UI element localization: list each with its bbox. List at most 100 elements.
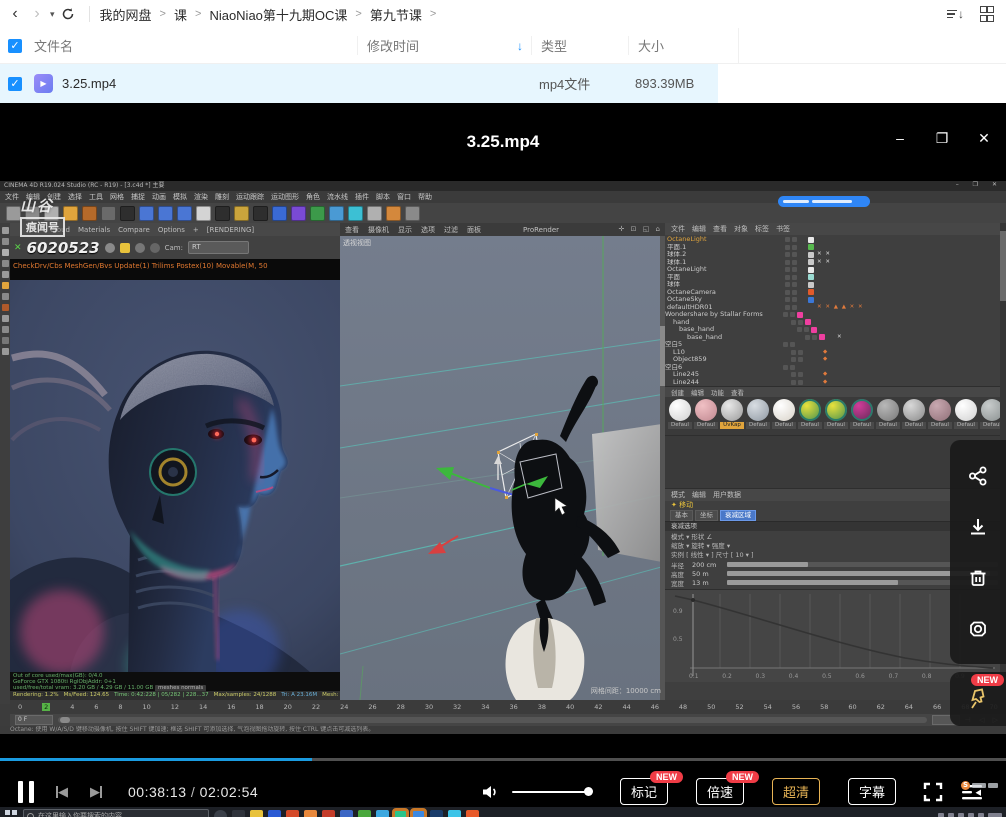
material-swatch[interactable]: Defaul xyxy=(798,399,822,435)
object-tree-row[interactable]: 球体.1 ✕ ✕ xyxy=(665,259,1006,267)
timeline-frame[interactable]: 18 xyxy=(255,703,263,711)
quality-button[interactable]: 超清 xyxy=(772,778,820,805)
c4d-menu-item[interactable]: 网格 xyxy=(110,192,124,202)
c4d-tool-icon[interactable] xyxy=(405,206,420,221)
timeline-frame[interactable]: 8 xyxy=(118,703,122,711)
viewport-canvas[interactable] xyxy=(340,236,665,700)
c4d-menu-item[interactable]: 窗口 xyxy=(397,192,411,202)
timeline-frame[interactable]: 44 xyxy=(622,703,630,711)
pause-button[interactable] xyxy=(18,781,34,803)
minimize-icon[interactable]: – xyxy=(892,130,908,146)
c4d-side-tool-icon[interactable] xyxy=(2,315,9,322)
timeline-frame[interactable]: 22 xyxy=(312,703,320,711)
material-menu-item[interactable]: 编辑 xyxy=(691,387,704,397)
material-swatch[interactable]: Defaul xyxy=(902,399,926,435)
timeline-frame[interactable]: 10 xyxy=(142,703,150,711)
viewport-view-controls[interactable]: ✛ ⊡ ◱ ⌂ xyxy=(619,225,662,233)
attribute-tab[interactable]: 衰减区域 xyxy=(720,510,756,521)
timeline-frame[interactable]: 58 xyxy=(820,703,828,711)
volume-knob[interactable] xyxy=(584,787,593,796)
object-tree-row[interactable]: 平面 xyxy=(665,274,1006,282)
timeline-frame[interactable]: 66 xyxy=(933,703,941,711)
c4d-menu-item[interactable]: 工具 xyxy=(89,192,103,202)
attribute-tab[interactable]: 基本 xyxy=(670,510,693,521)
fullscreen-icon[interactable] xyxy=(922,781,944,803)
material-swatch[interactable]: Defaul xyxy=(746,399,770,435)
timeline-frame[interactable]: 46 xyxy=(651,703,659,711)
viewport-menu-item[interactable]: 过滤 xyxy=(444,225,458,235)
region-icon[interactable] xyxy=(135,243,145,253)
timeline-frame[interactable]: 48 xyxy=(679,703,687,711)
c4d-tool-icon[interactable] xyxy=(272,206,287,221)
timeline-frame[interactable]: 30 xyxy=(425,703,433,711)
breadcrumb-item[interactable]: NiaoNiao第十九期OC课 xyxy=(209,5,347,24)
c4d-menu-item[interactable]: 捕捉 xyxy=(131,192,145,202)
c4d-menu-item[interactable]: 渲染 xyxy=(194,192,208,202)
c4d-menu-item[interactable]: 角色 xyxy=(306,192,320,202)
material-swatch[interactable]: Defaul xyxy=(668,399,692,435)
object-tree-row[interactable]: L10 ◆ xyxy=(665,349,1006,357)
c4d-tool-icon[interactable] xyxy=(367,206,382,221)
c4d-menu-item[interactable]: 帮助 xyxy=(418,192,432,202)
close-icon[interactable]: ✕ xyxy=(976,130,992,146)
timeline-ruler[interactable]: 0246810121416182022242628303234363840424… xyxy=(10,700,1006,714)
column-modified[interactable]: 修改时间 xyxy=(367,36,419,55)
share-icon[interactable] xyxy=(965,463,991,489)
c4d-side-tool-icon[interactable] xyxy=(2,293,9,300)
column-name[interactable]: 文件名 xyxy=(34,36,73,55)
material-swatch[interactable]: Defaul xyxy=(694,399,718,435)
c4d-side-tool-icon[interactable] xyxy=(2,337,9,344)
c4d-tool-icon[interactable] xyxy=(253,206,268,221)
record-icon[interactable] xyxy=(965,616,991,642)
material-menu-item[interactable]: 查看 xyxy=(731,387,744,397)
c4d-menu-item[interactable]: 运动跟踪 xyxy=(236,192,264,202)
timeline-frame[interactable]: 38 xyxy=(538,703,546,711)
c4d-menu-item[interactable]: 文件 xyxy=(5,192,19,202)
object-tree-row[interactable]: OctaneCamera xyxy=(665,289,1006,297)
material-swatch[interactable]: Defaul xyxy=(850,399,874,435)
timeline-frame[interactable]: 60 xyxy=(848,703,856,711)
c4d-side-tool-icon[interactable] xyxy=(2,260,9,267)
previous-button[interactable]: ◀ xyxy=(56,784,68,800)
material-swatch[interactable]: Defaul xyxy=(824,399,848,435)
object-tree-row[interactable]: Line245 ◆ xyxy=(665,371,1006,379)
object-tree-row[interactable]: hand xyxy=(665,319,1006,327)
video-frame-c4d[interactable]: CINEMA 4D R19.024 Studio (RC - R19) - [3… xyxy=(0,181,1006,734)
object-tree-row[interactable]: 球体 xyxy=(665,281,1006,289)
viewport-menu-item[interactable]: 面板 xyxy=(467,225,481,235)
c4d-menu-item[interactable]: 流水线 xyxy=(327,192,348,202)
timeline-frame[interactable]: 56 xyxy=(792,703,800,711)
volume-slider[interactable] xyxy=(512,791,592,793)
live-viewer-menu-item[interactable]: Options xyxy=(158,226,185,234)
c4d-menu-item[interactable]: 运动图形 xyxy=(271,192,299,202)
c4d-tool-icon[interactable] xyxy=(386,206,401,221)
timeline-frame[interactable]: 26 xyxy=(368,703,376,711)
timeline-scrubber[interactable]: 0 F ⊣ ◁ ▷ xyxy=(10,714,1006,726)
volume-icon[interactable] xyxy=(480,782,500,802)
object-manager-menu-item[interactable]: 编辑 xyxy=(692,224,706,234)
live-viewer-menu-item[interactable]: [RENDERING] xyxy=(207,226,254,234)
viewport-menu-item[interactable]: 显示 xyxy=(398,225,412,235)
c4d-side-tool-icon[interactable] xyxy=(2,348,9,355)
c4d-tool-icon[interactable] xyxy=(101,206,116,221)
timeline-frame[interactable]: 42 xyxy=(594,703,602,711)
material-swatch[interactable]: UvKap xyxy=(720,399,744,435)
timeline-frame[interactable]: 2 xyxy=(42,703,50,711)
c4d-tool-icon[interactable] xyxy=(177,206,192,221)
c4d-side-tool-icon[interactable] xyxy=(2,326,9,333)
object-tree-row[interactable]: OctaneLight xyxy=(665,266,1006,274)
gear-icon[interactable] xyxy=(105,243,115,253)
attribute-tab[interactable]: 坐标 xyxy=(695,510,718,521)
c4d-tool-icon[interactable] xyxy=(348,206,363,221)
c4d-menu-item[interactable]: 模拟 xyxy=(173,192,187,202)
object-tree-row[interactable]: 球体.2 ✕ ✕ xyxy=(665,251,1006,259)
c4d-side-tool-icon[interactable] xyxy=(2,282,9,289)
back-icon[interactable]: ‹ xyxy=(4,3,26,25)
c4d-tool-icon[interactable] xyxy=(234,206,249,221)
c4d-tool-icon[interactable] xyxy=(215,206,230,221)
c4d-menu-item[interactable]: 选择 xyxy=(68,192,82,202)
next-button[interactable]: ▶ xyxy=(90,784,102,800)
grid-view-icon[interactable] xyxy=(980,6,992,22)
timeline-frame[interactable]: 6 xyxy=(94,703,98,711)
material-swatch[interactable]: Defaul xyxy=(772,399,796,435)
